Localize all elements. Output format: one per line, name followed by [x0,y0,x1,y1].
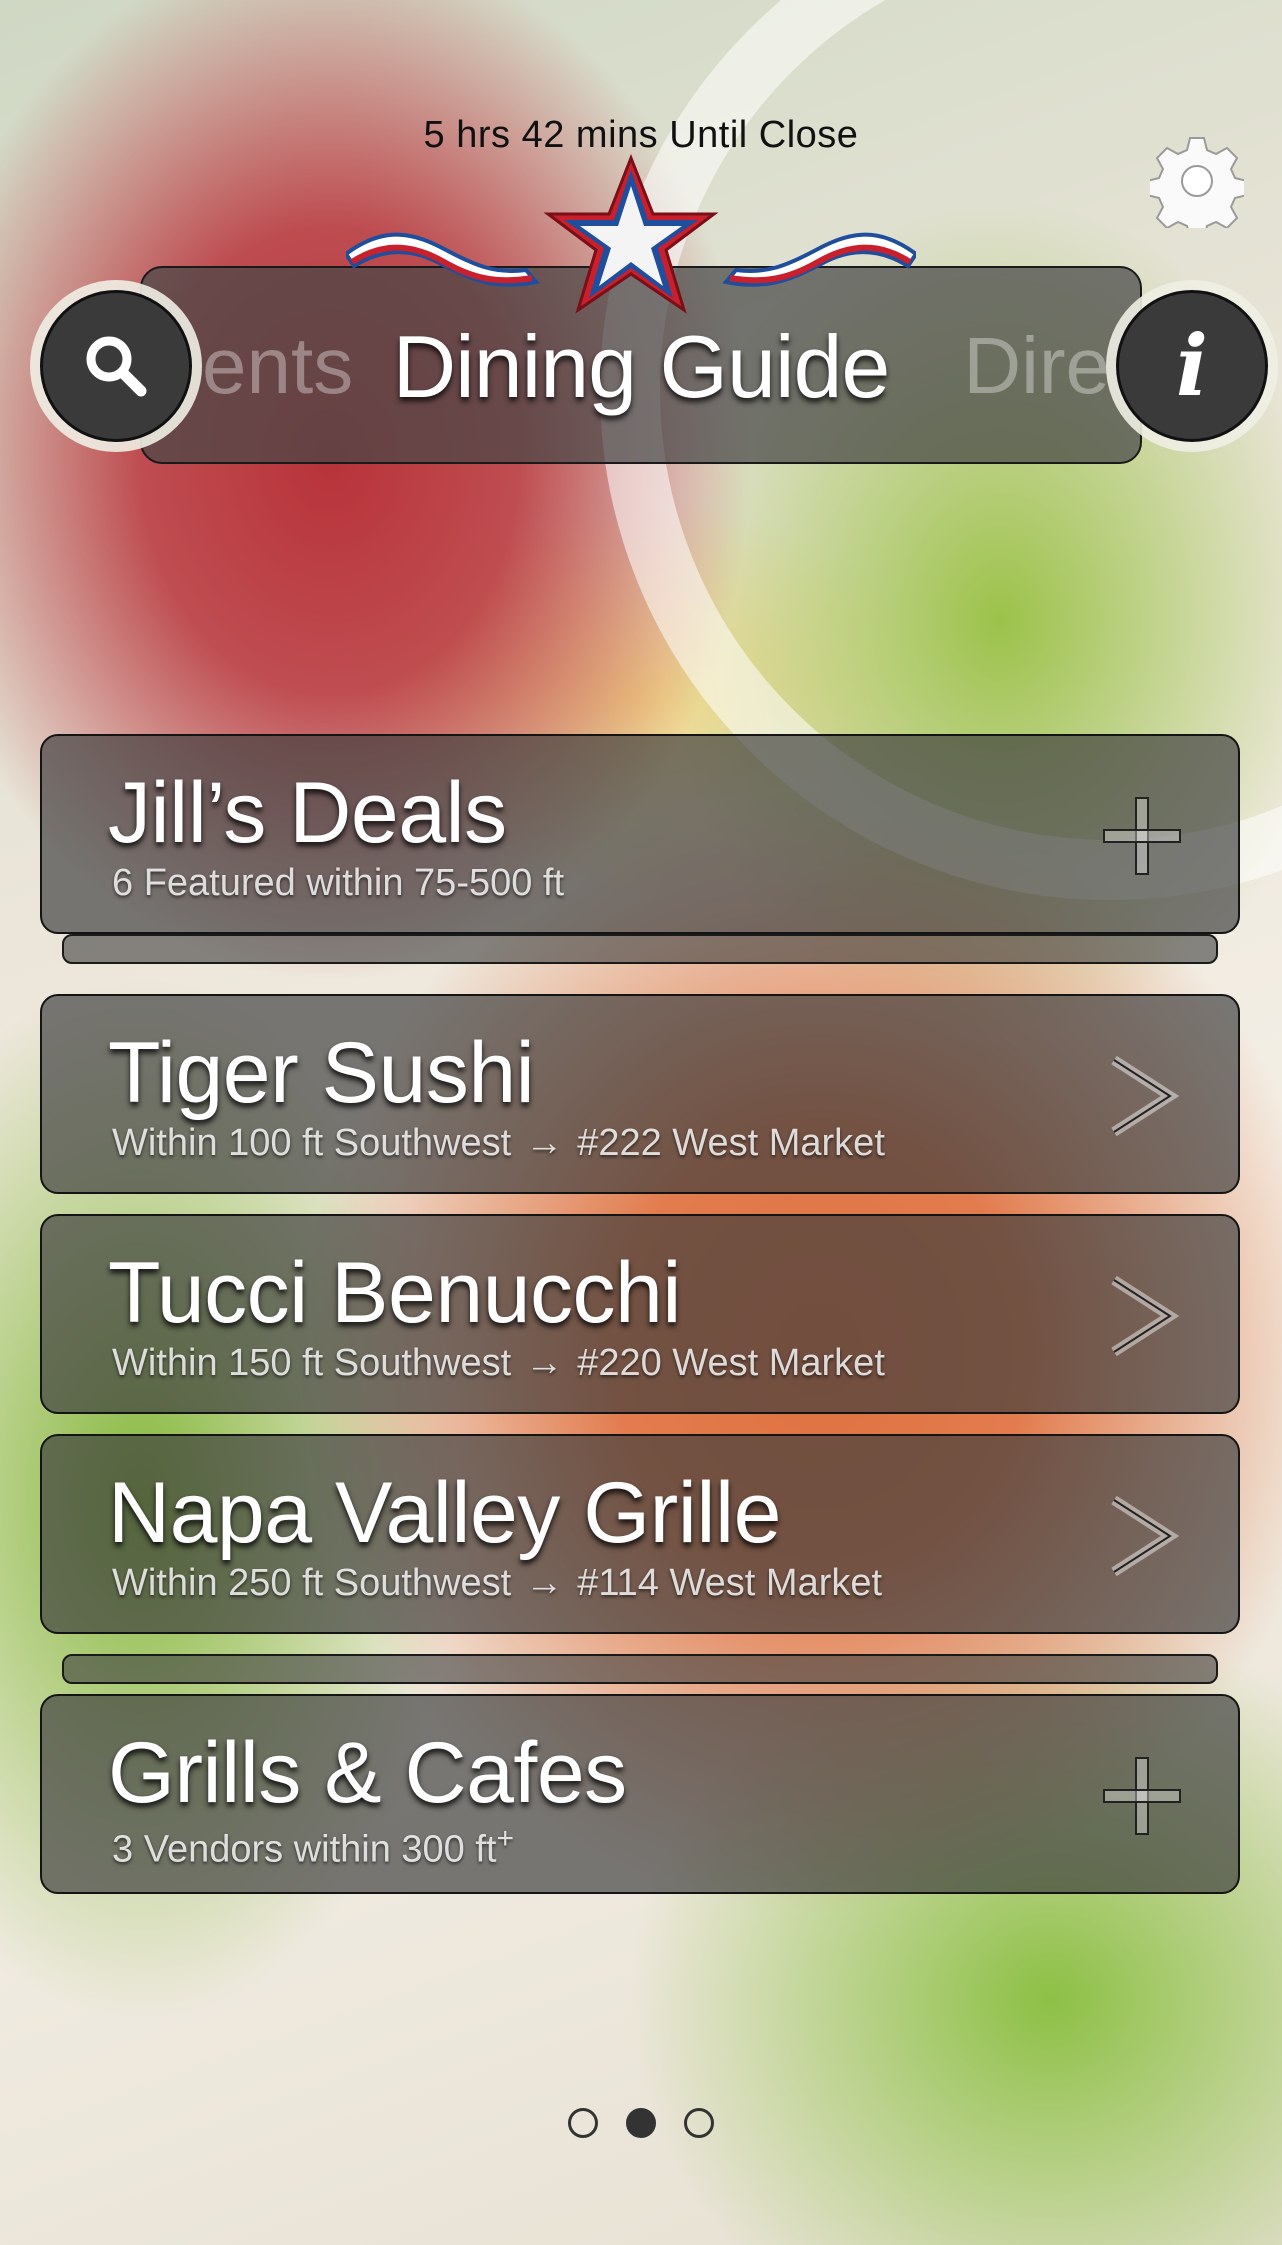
search-button[interactable] [40,290,192,442]
item-title: Napa Valley Grille [108,1465,781,1561]
next-page-peek[interactable]: Dire [963,320,1110,412]
info-icon: i [1176,316,1208,415]
item-location: Within 250 ft Southwest → #114 West Market [112,1562,882,1605]
stacked-card-shadow [62,934,1218,964]
item-address: #220 West Market [577,1342,885,1384]
star-ribbon-logo [343,153,919,324]
gear-icon[interactable] [1146,134,1248,239]
list-item-grills-and-cafes[interactable]: Grills & Cafes 3 Vendors within 300 ft+ [40,1694,1240,1894]
item-location: Within 150 ft Southwest → #220 West Market [112,1342,885,1385]
item-address: #222 West Market [577,1122,885,1164]
item-subtitle: 6 Featured within 75-500 ft [112,862,565,904]
item-address: #114 West Market [577,1562,883,1604]
arrow-right-icon: → [525,1342,564,1384]
search-icon [86,336,147,397]
plus-icon [1103,797,1181,875]
chevron-right-icon [1111,1496,1180,1576]
list-item-tucci-benucchi[interactable]: Tucci Benucchi Within 150 ft Southwest → #… [40,1214,1240,1414]
item-subtitle-sup: + [496,1822,515,1855]
closing-countdown: 5 hrs 42 mins Until Close [423,114,859,156]
item-distance: Within 250 ft Southwest [112,1562,512,1604]
item-title: Tucci Benucchi [108,1245,681,1341]
stacked-card-shadow [62,1654,1218,1684]
page-dot-3[interactable] [684,2108,714,2138]
arrow-right-icon: → [525,1562,564,1604]
item-title: Tiger Sushi [108,1025,535,1121]
list-item-napa-valley-grille[interactable]: Napa Valley Grille Within 250 ft Southwe… [40,1434,1240,1634]
item-location: Within 100 ft Southwest → #222 West Market [112,1122,885,1165]
item-title: Grills & Cafes [108,1725,627,1821]
page-dot-2[interactable] [626,2108,656,2138]
page-indicator [0,2108,1282,2138]
item-subtitle: 3 Vendors within 300 ft+ [112,1822,514,1872]
item-distance: Within 150 ft Southwest [112,1342,512,1384]
chevron-right-icon [1111,1056,1180,1136]
info-button[interactable]: i [1116,290,1268,442]
page-dot-1[interactable] [568,2108,598,2138]
item-distance: Within 100 ft Southwest [112,1122,512,1164]
chevron-right-icon [1111,1276,1180,1356]
plus-icon [1103,1757,1181,1835]
item-title: Jill’s Deals [108,765,507,861]
list-item-tiger-sushi[interactable]: Tiger Sushi Within 100 ft Southwest → #222… [40,994,1240,1194]
list-item-jills-deals[interactable]: Jill’s Deals 6 Featured within 75-500 ft [40,734,1240,934]
dining-guide-screen: 5 hrs 42 mins Until Close ents Dining Gu… [0,0,1282,2245]
item-subtitle-text: 3 Vendors within 300 ft [112,1828,497,1871]
arrow-right-icon: → [525,1122,564,1164]
